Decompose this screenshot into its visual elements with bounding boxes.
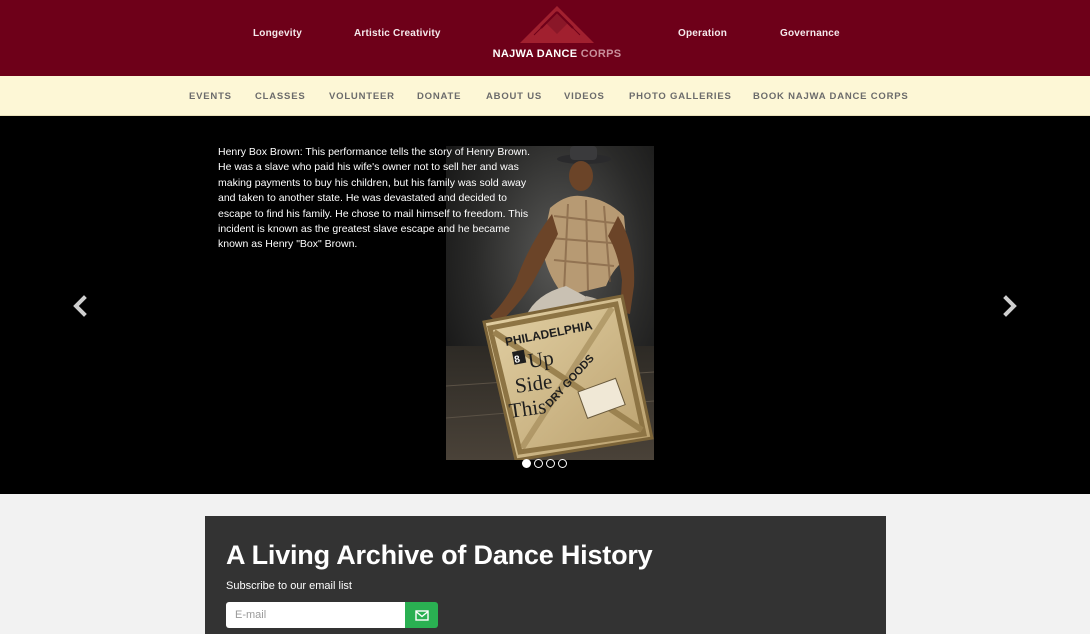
carousel-dot-1[interactable] [522,459,531,468]
subnav-videos[interactable]: VIDEOS [564,91,605,102]
top-header: Longevity Artistic Creativity NAJWA DANC… [0,0,1090,76]
nav-link-artistic-creativity[interactable]: Artistic Creativity [354,28,441,39]
secondary-nav: EVENTS CLASSES VOLUNTEER DONATE ABOUT US… [0,76,1090,116]
subnav-about-us[interactable]: ABOUT US [486,91,542,102]
subnav-book-najwa[interactable]: BOOK NAJWA DANCE CORPS [753,91,909,102]
subnav-photo-galleries[interactable]: PHOTO GALLERIES [629,91,732,102]
hero-carousel: PHILADELPHIA 8 Up Side This DRY GOODS He… [0,116,1090,494]
envelope-icon [414,609,429,621]
email-input[interactable] [226,602,405,628]
chevron-left-icon [73,295,87,317]
carousel-dot-4[interactable] [558,459,567,468]
carousel-dot-3[interactable] [546,459,555,468]
slide-caption: Henry Box Brown: This performance tells … [218,146,531,251]
chevron-right-icon [1003,295,1017,317]
subscribe-button[interactable] [405,602,438,628]
najwa-logo[interactable]: NAJWA DANCE CORPS [487,6,627,62]
subnav-donate[interactable]: DONATE [417,91,461,102]
carousel-prev-button[interactable] [70,294,90,318]
archive-title: A Living Archive of Dance History [226,540,653,570]
subnav-volunteer[interactable]: VOLUNTEER [329,91,395,102]
subscribe-label: Subscribe to our email list [226,580,352,592]
nav-link-longevity[interactable]: Longevity [253,28,302,39]
logo-text: NAJWA DANCE CORPS [487,48,627,60]
subnav-events[interactable]: EVENTS [189,91,232,102]
logo-mark-icon [520,6,594,43]
carousel-indicators [522,459,567,469]
logo-word-1: NAJWA DANCE [492,48,578,60]
carousel-next-button[interactable] [1000,294,1020,318]
logo-word-2: CORPS [580,48,622,60]
subnav-classes[interactable]: CLASSES [255,91,305,102]
crate-line-up: Up [526,346,555,373]
carousel-dot-2[interactable] [534,459,543,468]
archive-panel: A Living Archive of Dance History Subscr… [205,516,886,634]
nav-link-operation[interactable]: Operation [678,28,727,39]
nav-link-governance[interactable]: Governance [780,28,840,39]
